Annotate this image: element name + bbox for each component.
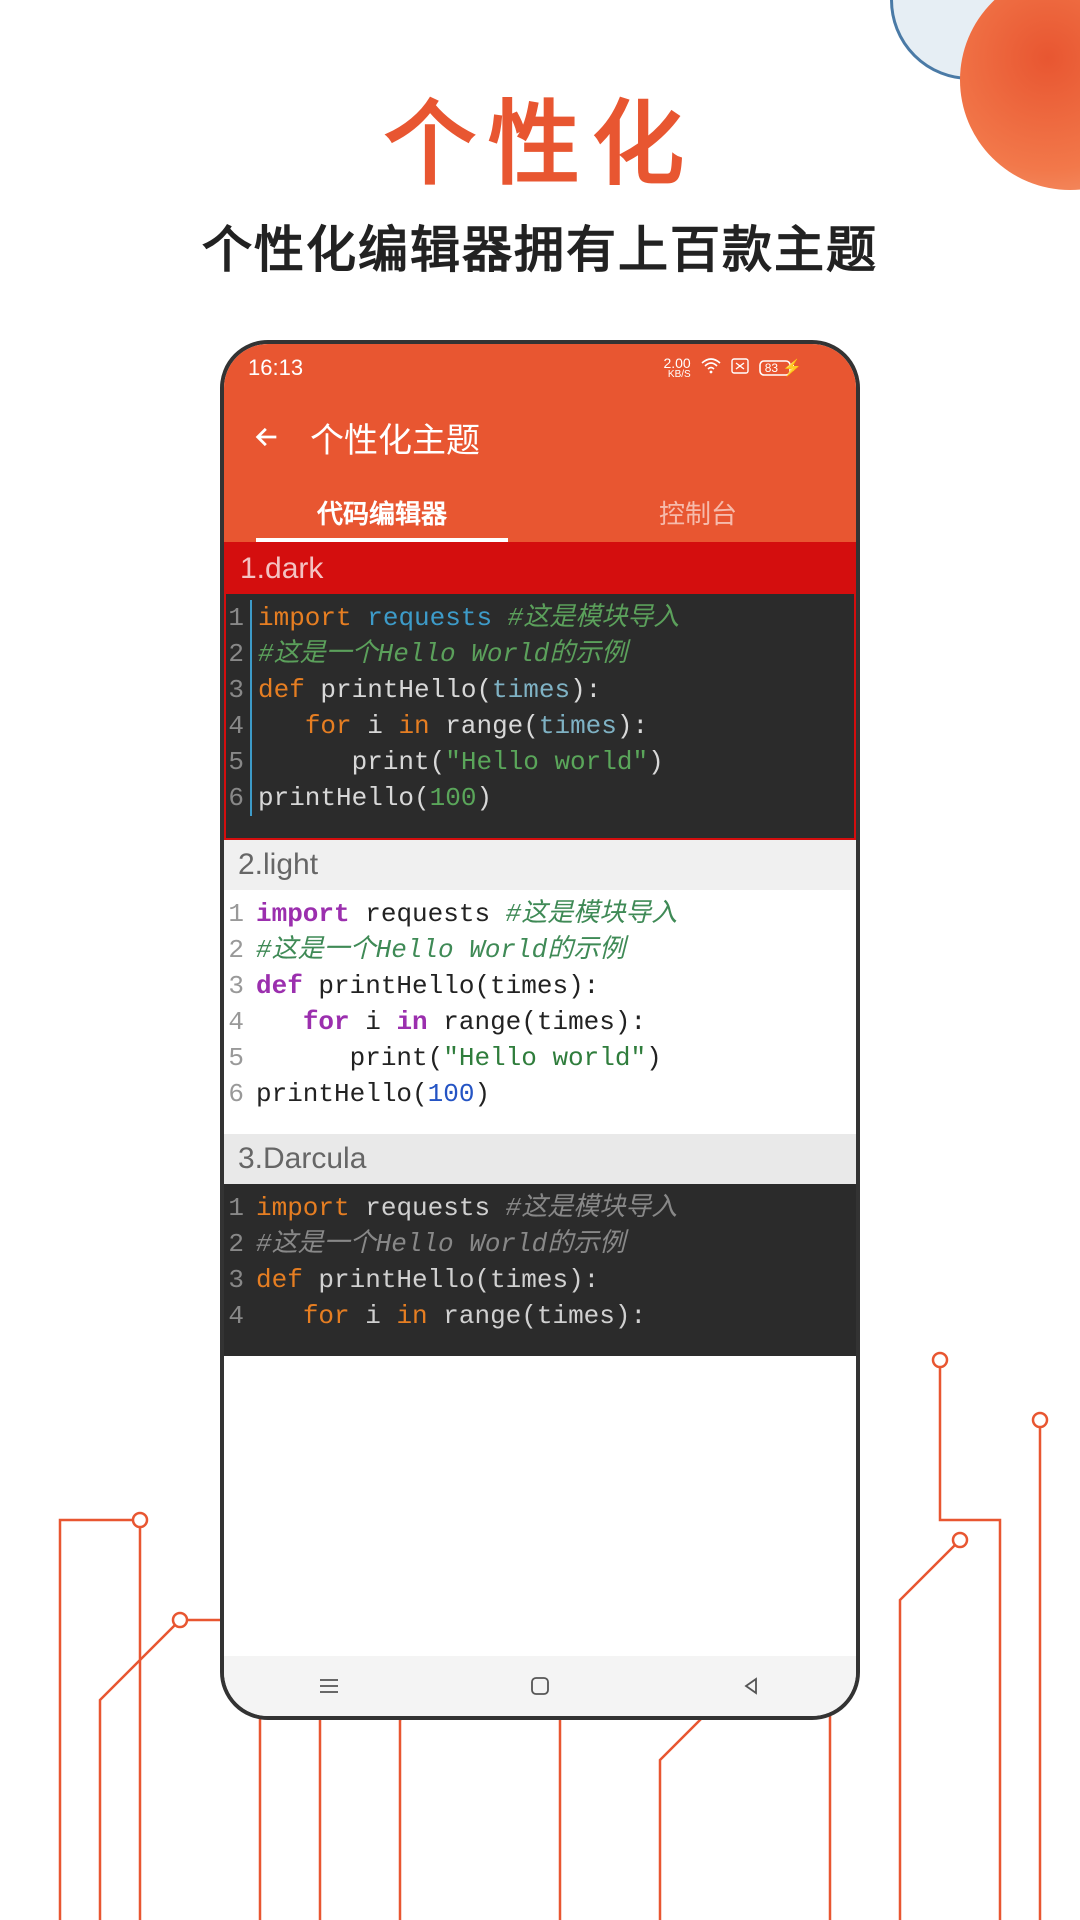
tab-bar: 代码编辑器 控制台 (224, 482, 856, 542)
theme-header: 1.dark (226, 544, 854, 594)
app-bar: 个性化主题 (224, 392, 856, 482)
theme-list[interactable]: 1.dark 123456import requests #这是模块导入#这是一… (224, 542, 856, 1656)
code-preview-light: 123456import requests #这是模块导入#这是一个Hello … (224, 890, 856, 1134)
appbar-title: 个性化主题 (310, 413, 480, 462)
status-bar: 16:13 2.00 KB/S 83 ⚡ (224, 344, 856, 392)
mute-icon (731, 358, 749, 379)
status-indicators: 2.00 KB/S 83 ⚡ (663, 356, 832, 380)
tab-code-editor[interactable]: 代码编辑器 (224, 482, 540, 542)
tab-label: 代码编辑器 (317, 494, 447, 531)
theme-option-dark[interactable]: 1.dark 123456import requests #这是模块导入#这是一… (224, 542, 856, 840)
theme-header: 3.Darcula (224, 1134, 856, 1184)
battery-icon: 83 ⚡ (759, 358, 832, 378)
phone-frame: 16:13 2.00 KB/S 83 ⚡ 个性化主题 (220, 340, 860, 1720)
code-preview-darcula: 1234import requests #这是模块导入#这是一个Hello Wo… (224, 1184, 856, 1356)
android-nav-bar (224, 1656, 856, 1716)
hero-subtitle: 个性化编辑器拥有上百款主题 (0, 210, 1080, 282)
hero-title: 个性化 (0, 70, 1080, 203)
nav-recent-button[interactable] (315, 1672, 343, 1700)
status-time: 16:13 (248, 355, 303, 381)
nav-back-button[interactable] (737, 1672, 765, 1700)
tab-console[interactable]: 控制台 (540, 482, 856, 542)
nav-home-button[interactable] (526, 1672, 554, 1700)
code-preview-dark: 123456import requests #这是模块导入#这是一个Hello … (226, 594, 854, 838)
tab-label: 控制台 (659, 494, 737, 531)
back-button[interactable] (252, 422, 282, 452)
theme-option-light[interactable]: 2.light 123456import requests #这是模块导入#这是… (224, 840, 856, 1134)
theme-header: 2.light (224, 840, 856, 890)
wifi-icon (701, 358, 721, 379)
theme-option-Darcula[interactable]: 3.Darcula 1234import requests #这是模块导入#这是… (224, 1134, 856, 1356)
